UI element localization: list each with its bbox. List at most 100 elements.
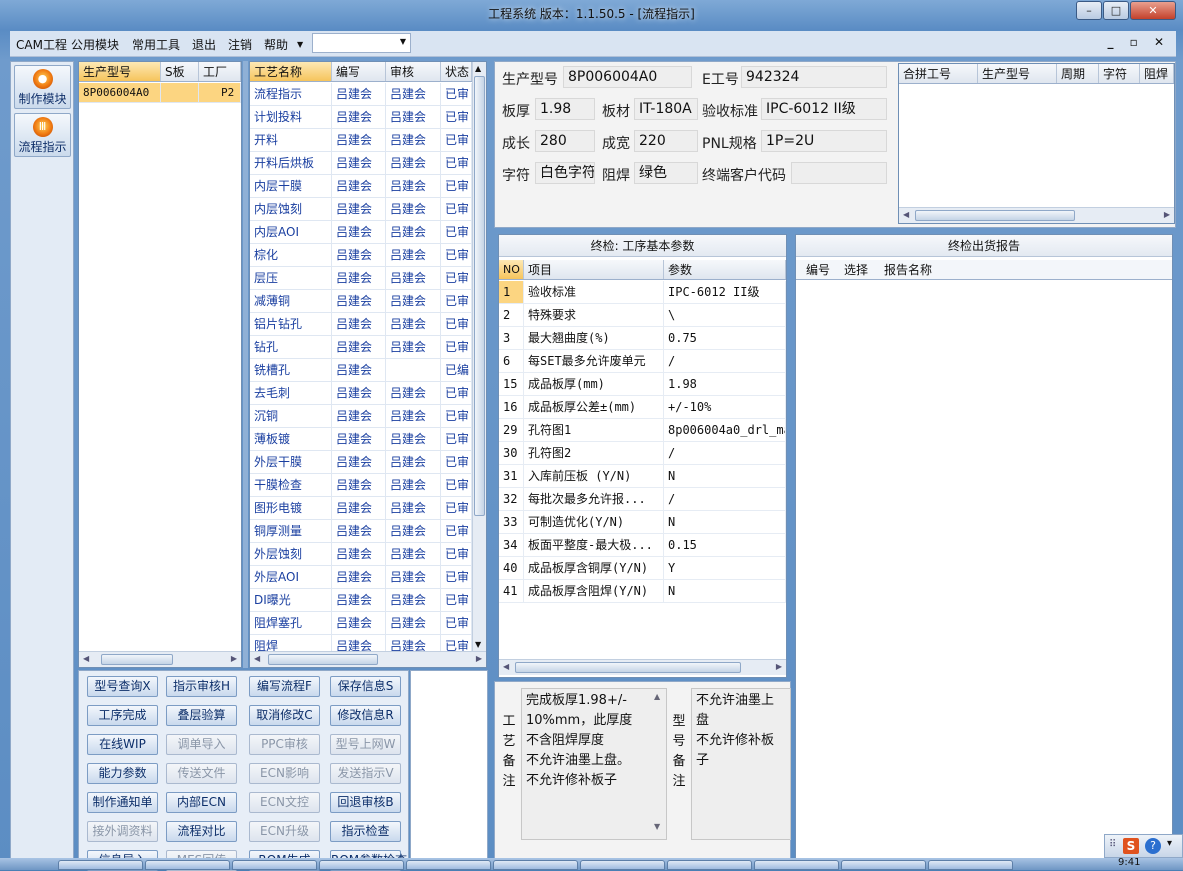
action-button[interactable]: 保存信息S <box>330 676 401 697</box>
taskbar-item[interactable] <box>406 860 491 870</box>
table-row[interactable]: 计划投料 吕建会 吕建会 已审 <box>250 106 472 129</box>
menu-logout[interactable]: 注销 <box>228 36 252 53</box>
arrow-down-icon[interactable]: ▼ <box>475 640 481 649</box>
process-remark-text[interactable]: 完成板厚1.98+/- 10%mm，此厚度 不含阻焊厚度 不允许油墨上盘。 不允… <box>521 688 667 840</box>
table-row[interactable]: 1 验收标准 IPC-6012 II级 <box>499 281 786 304</box>
table-row[interactable]: 去毛刺 吕建会 吕建会 已审 <box>250 382 472 405</box>
table-row[interactable]: 15 成品板厚(mm) 1.98 <box>499 373 786 396</box>
table-row[interactable]: 29 孔符图1 8p006004a0_drl_ma <box>499 419 786 442</box>
table-row[interactable]: 沉铜 吕建会 吕建会 已审 <box>250 405 472 428</box>
table-row[interactable]: 干膜检查 吕建会 吕建会 已审 <box>250 474 472 497</box>
col-report-no[interactable]: 编号 <box>796 260 836 279</box>
minimize-button[interactable]: – <box>1076 1 1102 20</box>
col-item[interactable]: 项目 <box>524 260 664 279</box>
ime-icon[interactable]: S <box>1123 838 1139 854</box>
arrow-left-icon[interactable]: ◀ <box>254 654 260 663</box>
table-row[interactable]: 41 成品板厚含阻焊(Y/N) N <box>499 580 786 603</box>
arrow-down-icon[interactable]: ▼ <box>654 822 660 831</box>
taskbar-item[interactable] <box>754 860 839 870</box>
action-button[interactable]: 指示审核H <box>166 676 237 697</box>
taskbar-item[interactable] <box>667 860 752 870</box>
scroll-thumb[interactable] <box>915 210 1075 221</box>
table-row[interactable]: 40 成品板厚含铜厚(Y/N) Y <box>499 557 786 580</box>
table-row[interactable]: 外层蚀刻 吕建会 吕建会 已审 <box>250 543 472 566</box>
taskbar-item[interactable] <box>928 860 1013 870</box>
table-row[interactable]: 30 孔符图2/ <box>499 442 786 465</box>
field-material[interactable]: IT-180A <box>634 98 698 120</box>
arrow-up-icon[interactable]: ▲ <box>654 692 660 701</box>
scroll-thumb[interactable] <box>515 662 741 673</box>
col-param[interactable]: 参数 <box>664 260 786 279</box>
action-button[interactable]: 流程对比 <box>166 821 237 842</box>
field-standard[interactable]: IPC-6012 II级 <box>761 98 887 120</box>
table-row[interactable]: 薄板镀 吕建会 吕建会 已审 <box>250 428 472 451</box>
field-thickness[interactable]: 1.98 <box>535 98 595 120</box>
action-button[interactable]: 修改信息R <box>330 705 401 726</box>
taskbar-item[interactable] <box>580 860 665 870</box>
col-merge-char[interactable]: 字符 <box>1099 64 1140 83</box>
col-author[interactable]: 编写 <box>332 62 386 81</box>
table-row[interactable]: 8P006004A0 P2 <box>79 83 241 103</box>
field-width[interactable]: 220 <box>634 130 698 152</box>
action-button[interactable]: 能力参数 <box>87 763 158 784</box>
col-sboard[interactable]: S板 <box>161 62 199 81</box>
col-report-name[interactable]: 报告名称 <box>878 260 1078 279</box>
arrow-left-icon[interactable]: ◀ <box>83 654 89 663</box>
col-report-select[interactable]: 选择 <box>836 260 878 279</box>
field-length[interactable]: 280 <box>535 130 595 152</box>
col-merge-solder[interactable]: 阻焊 <box>1140 64 1174 83</box>
action-button[interactable]: 型号查询X <box>87 676 158 697</box>
table-row[interactable]: 内层AOI 吕建会 吕建会 已审 <box>250 221 472 244</box>
taskbar-item[interactable] <box>841 860 926 870</box>
action-button[interactable]: 叠层验算 <box>166 705 237 726</box>
action-button[interactable]: 在线WIP <box>87 734 158 755</box>
action-button[interactable]: 制作通知单 <box>87 792 158 813</box>
taskbar-item[interactable] <box>58 860 143 870</box>
chevron-down-icon[interactable]: ▾ <box>1167 838 1172 849</box>
table-row[interactable]: 内层干膜 吕建会 吕建会 已审 <box>250 175 472 198</box>
table-row[interactable]: 开料 吕建会 吕建会 已审 <box>250 129 472 152</box>
field-char[interactable]: 白色字符 <box>535 162 595 184</box>
process-grid-hscroll[interactable]: ◀ ▶ <box>250 651 486 667</box>
action-button[interactable]: 传送文件 <box>166 763 237 784</box>
action-button[interactable]: 指示检查 <box>330 821 401 842</box>
taskbar-item[interactable] <box>319 860 404 870</box>
arrow-right-icon[interactable]: ▶ <box>1164 210 1170 219</box>
table-row[interactable]: 2 特殊要求 \ <box>499 304 786 327</box>
action-button[interactable]: PPC审核 <box>249 734 320 755</box>
mdi-controls[interactable]: _ ▫ ✕ <box>1107 35 1170 49</box>
taskbar-item[interactable] <box>232 860 317 870</box>
table-row[interactable]: 内层蚀刻 吕建会 吕建会 已审 <box>250 198 472 221</box>
help-icon[interactable]: ? <box>1145 838 1161 854</box>
nav-process-instruction[interactable]: Ⅲ 流程指示 <box>14 113 71 157</box>
table-row[interactable]: 外层AOI 吕建会 吕建会 已审 <box>250 566 472 589</box>
maximize-button[interactable]: □ <box>1103 1 1129 20</box>
action-button[interactable]: 型号上网W <box>330 734 401 755</box>
menu-common-tools[interactable]: 常用工具 <box>132 36 180 53</box>
process-grid-vscroll[interactable]: ▲ ▼ <box>472 62 486 651</box>
col-process-name[interactable]: 工艺名称 <box>250 62 332 81</box>
col-merge-model[interactable]: 生产型号 <box>978 64 1057 83</box>
table-row[interactable]: 33 可制造优化(Y/N) N <box>499 511 786 534</box>
menu-overflow-icon[interactable]: ▼ <box>297 40 303 49</box>
col-reviewer[interactable]: 审核 <box>386 62 441 81</box>
action-button[interactable]: 内部ECN <box>166 792 237 813</box>
menu-exit[interactable]: 退出 <box>192 36 216 53</box>
table-row[interactable]: 图形电镀 吕建会 吕建会 已审 <box>250 497 472 520</box>
nav-make-module[interactable]: ● 制作模块 <box>14 65 71 109</box>
menu-combo[interactable]: ▼ <box>312 33 411 53</box>
menu-common-modules[interactable]: 公用模块 <box>71 36 119 53</box>
arrow-right-icon[interactable]: ▶ <box>776 662 782 671</box>
action-button[interactable]: 取消修改C <box>249 705 320 726</box>
field-e-no[interactable]: 942324 <box>741 66 887 88</box>
table-row[interactable]: 34 板面平整度-最大极... 0.15 <box>499 534 786 557</box>
scroll-thumb[interactable] <box>474 76 485 516</box>
table-row[interactable]: 钻孔 吕建会 吕建会 已审 <box>250 336 472 359</box>
splitter[interactable] <box>243 61 248 668</box>
action-button[interactable]: 发送指示V <box>330 763 401 784</box>
merge-grid-hscroll[interactable]: ◀ ▶ <box>899 207 1174 223</box>
field-customer[interactable] <box>791 162 887 184</box>
field-solder[interactable]: 绿色 <box>634 162 698 184</box>
action-button[interactable]: 工序完成 <box>87 705 158 726</box>
taskbar-item[interactable] <box>493 860 578 870</box>
